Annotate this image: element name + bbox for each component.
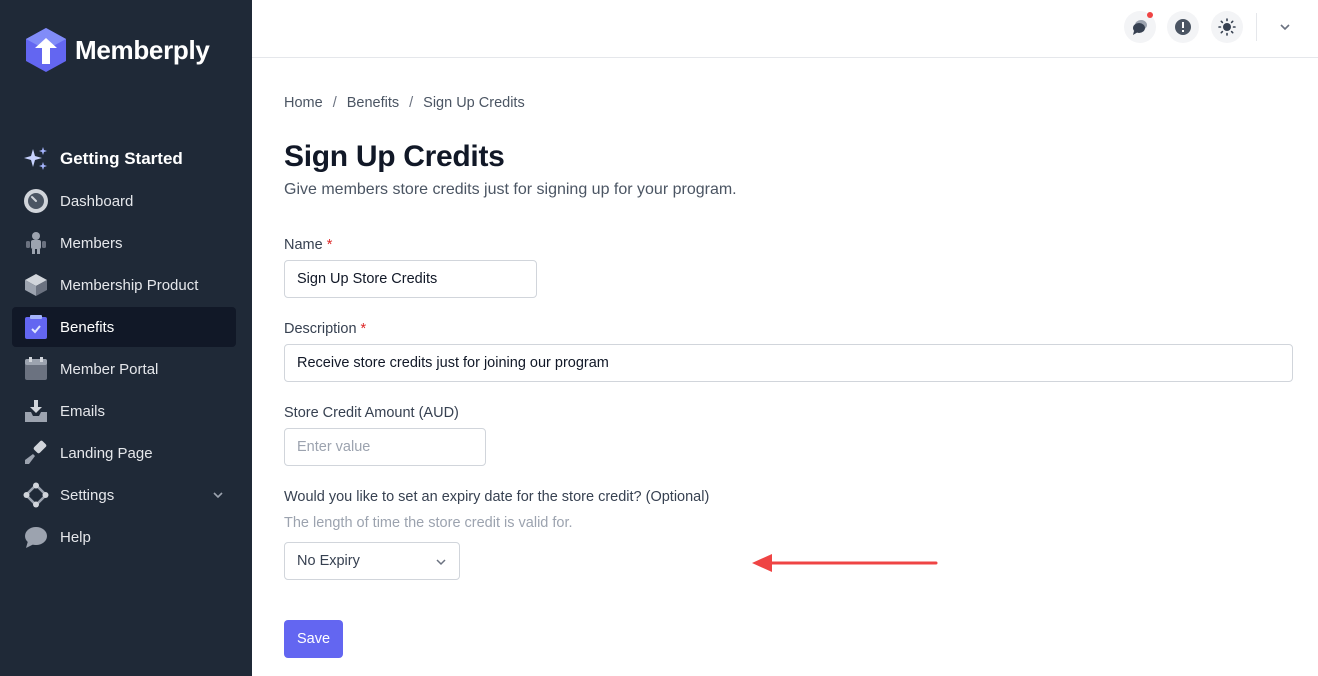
- sidebar-item-label: Emails: [60, 402, 106, 420]
- expiry-label: Would you like to set an expiry date for…: [284, 489, 710, 505]
- chat-icon: [1133, 20, 1147, 35]
- sidebar-item-label: Dashboard: [60, 192, 134, 210]
- page-subtitle: Give members store credits just for sign…: [284, 181, 737, 198]
- inbox-download-icon: [23, 398, 49, 424]
- sidebar-item-label: Landing Page: [60, 444, 153, 462]
- breadcrumb-separator: /: [332, 95, 337, 111]
- expiry-selected-value: No Expiry: [297, 553, 360, 569]
- sidebar-item-getting-started[interactable]: Getting Started: [12, 139, 236, 179]
- sidebar-item-label: Members: [60, 234, 123, 252]
- sidebar-item-label: Membership Product: [60, 276, 199, 294]
- calendar-icon: [23, 356, 49, 382]
- chevron-down-icon[interactable]: [212, 488, 224, 505]
- chevron-down-icon[interactable]: [1278, 20, 1292, 39]
- brand-name: Memberply: [75, 34, 210, 65]
- name-input[interactable]: [284, 260, 537, 298]
- sparkles-icon: [23, 146, 49, 172]
- expiry-select[interactable]: No Expiry: [284, 542, 460, 580]
- theme-toggle-button[interactable]: [1211, 11, 1243, 43]
- memberply-logo-icon: [26, 28, 66, 72]
- required-mark: *: [326, 237, 333, 253]
- sidebar-item-benefits[interactable]: Benefits: [12, 307, 236, 347]
- breadcrumb-home[interactable]: Home: [284, 95, 323, 111]
- sidebar-item-label: Settings: [60, 486, 115, 504]
- sidebar-item-label: Benefits: [60, 318, 115, 336]
- alert-icon: [1175, 19, 1191, 35]
- page-title: Sign Up Credits: [284, 140, 505, 173]
- sidebar-item-dashboard[interactable]: Dashboard: [12, 181, 236, 221]
- sidebar-item-label: Help: [60, 528, 91, 546]
- sidebar-item-membership-product[interactable]: Membership Product: [12, 265, 236, 305]
- description-label-text: Description: [284, 321, 357, 337]
- sidebar: Memberply Getting Started Dashboard Memb…: [0, 0, 252, 676]
- name-label: Name *: [284, 237, 332, 253]
- chat-bubble-icon: [23, 524, 49, 550]
- sidebar-item-members[interactable]: Members: [12, 223, 236, 263]
- brush-icon: [23, 440, 49, 466]
- breadcrumb: Home / Benefits / Sign Up Credits: [284, 95, 525, 111]
- sidebar-nav: Getting Started Dashboard Members Member…: [12, 139, 236, 559]
- top-bar: [252, 0, 1318, 58]
- settings-diamond-icon: [23, 482, 49, 508]
- name-label-text: Name: [284, 237, 323, 253]
- description-input[interactable]: [284, 344, 1293, 382]
- cube-icon: [23, 272, 49, 298]
- sidebar-item-landing-page[interactable]: Landing Page: [12, 433, 236, 473]
- description-label: Description *: [284, 321, 366, 337]
- sidebar-item-settings[interactable]: Settings: [12, 475, 236, 515]
- store-credit-amount-label: Store Credit Amount (AUD): [284, 405, 459, 421]
- clipboard-check-icon: [23, 314, 49, 340]
- store-credit-amount-input[interactable]: [284, 428, 486, 466]
- notification-dot: [1147, 12, 1153, 18]
- breadcrumb-separator: /: [409, 95, 414, 111]
- sidebar-item-help[interactable]: Help: [12, 517, 236, 557]
- sidebar-item-label: Member Portal: [60, 360, 159, 378]
- brand-logo[interactable]: Memberply: [24, 26, 210, 74]
- sun-icon: [1218, 18, 1236, 36]
- alert-button[interactable]: [1167, 11, 1199, 43]
- sidebar-item-emails[interactable]: Emails: [12, 391, 236, 431]
- topbar-divider: [1256, 13, 1257, 41]
- expiry-helper-text: The length of time the store credit is v…: [284, 515, 573, 531]
- breadcrumb-current: Sign Up Credits: [423, 95, 525, 111]
- annotation-arrow-icon: [752, 554, 938, 572]
- users-icon: [23, 230, 49, 256]
- chat-button[interactable]: [1124, 11, 1156, 43]
- required-mark: *: [360, 321, 367, 337]
- breadcrumb-benefits[interactable]: Benefits: [347, 95, 399, 111]
- gauge-icon: [23, 188, 49, 214]
- sidebar-item-label: Getting Started: [60, 149, 183, 168]
- chevron-down-icon: [435, 556, 447, 572]
- save-button[interactable]: Save: [284, 620, 343, 658]
- sidebar-item-member-portal[interactable]: Member Portal: [12, 349, 236, 389]
